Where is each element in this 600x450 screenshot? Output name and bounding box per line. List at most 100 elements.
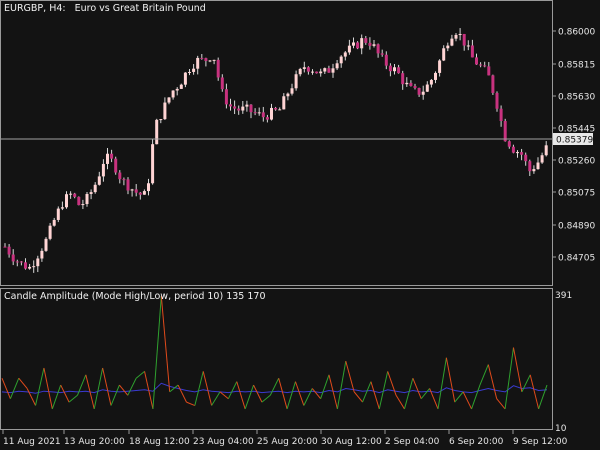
candle-body: [409, 82, 413, 87]
price-tick-label: 0.85075: [558, 189, 595, 199]
candle-body: [60, 207, 64, 209]
candle-body: [142, 191, 146, 195]
candle-body: [311, 71, 314, 73]
candle-body: [171, 90, 175, 98]
price-tick-label: 0.85260: [558, 157, 595, 167]
candle-body: [454, 34, 458, 39]
price-tick-label: 0.84890: [558, 222, 595, 232]
candle-body: [483, 65, 487, 67]
candle-body: [93, 184, 97, 193]
candle-body: [503, 120, 507, 142]
candle-body: [204, 58, 208, 62]
candle-body: [516, 152, 519, 154]
candle-body: [507, 141, 511, 147]
candle-body: [265, 117, 269, 120]
candle-body: [294, 74, 298, 89]
candle-body: [249, 104, 253, 113]
candle-body: [470, 45, 474, 58]
candle-body: [347, 45, 351, 53]
candle-body: [532, 169, 536, 172]
candle-body: [331, 68, 335, 73]
candle-body: [192, 68, 196, 72]
candle-body: [36, 258, 40, 267]
candle-body: [491, 75, 495, 93]
candle-body: [147, 183, 150, 192]
candle-body: [368, 42, 372, 46]
indicator-title: Candle Amplitude (Mode High/Low, period …: [4, 291, 266, 302]
candle-body: [175, 88, 179, 91]
candle-body: [212, 59, 216, 61]
candle-body: [372, 44, 376, 46]
candle-body: [306, 67, 310, 72]
candle-body: [364, 38, 368, 43]
candle-body: [380, 53, 384, 55]
time-tick-label: 9 Sep 12:00: [513, 437, 568, 447]
candle-body: [257, 112, 261, 114]
candle-body: [163, 102, 167, 120]
candle-body: [302, 67, 306, 69]
candle-body: [65, 194, 68, 208]
time-tick-label: 30 Aug 12:00: [321, 437, 382, 447]
candle-body: [487, 66, 491, 76]
candle-body: [89, 192, 93, 194]
candle-body: [229, 104, 232, 107]
price-tick-label: 0.84705: [558, 254, 595, 264]
candle-body: [323, 68, 327, 72]
candle-body: [356, 42, 360, 49]
candle-body: [155, 119, 159, 145]
candle-body: [421, 91, 425, 95]
candle-body: [429, 79, 433, 85]
candle-body: [245, 104, 249, 107]
candle-body: [253, 112, 257, 114]
terminal-background: [0, 0, 600, 450]
candle-body: [520, 152, 524, 155]
candle-body: [384, 54, 388, 66]
candle-body: [495, 92, 499, 109]
candle-body: [270, 107, 273, 120]
time-tick-label: 13 Aug 20:00: [64, 437, 125, 447]
candle-body: [85, 193, 89, 205]
candle-body: [397, 67, 401, 74]
price-tick-label: 0.85815: [558, 61, 595, 71]
candle-body: [167, 97, 171, 103]
candle-body: [327, 68, 331, 73]
candle-body: [188, 71, 191, 73]
candle-body: [126, 179, 130, 191]
candle-body: [466, 45, 470, 47]
candle-body: [352, 42, 355, 46]
current-price-value: 0.85379: [556, 136, 593, 146]
chart-terminal[interactable]: 0.860000.858150.856300.854450.852600.850…: [0, 0, 600, 450]
candle-body: [388, 65, 392, 72]
candle-body: [233, 106, 237, 109]
candle-body: [376, 44, 380, 54]
candle-body: [3, 246, 7, 248]
candle-body: [24, 262, 27, 269]
candle-body: [114, 158, 118, 173]
candle-body: [81, 204, 85, 206]
candle-body: [511, 146, 515, 153]
candle-body: [15, 261, 19, 263]
candle-body: [118, 172, 122, 180]
time-tick-label: 11 Aug 2021: [3, 437, 61, 447]
candle-body: [224, 89, 228, 105]
time-tick-label: 25 Aug 20:00: [257, 437, 318, 447]
candle-body: [425, 84, 429, 92]
candle-body: [40, 250, 44, 259]
candle-body: [462, 33, 466, 46]
candle-body: [458, 33, 462, 35]
candle-body: [319, 71, 323, 74]
candle-body: [274, 107, 278, 110]
candle-body: [134, 189, 138, 193]
candle-body: [159, 119, 163, 121]
time-tick-label: 2 Sep 04:00: [385, 437, 440, 447]
candle-body: [536, 162, 540, 170]
candle-body: [208, 60, 212, 62]
candle-body: [101, 163, 105, 177]
candle-body: [110, 153, 114, 159]
candle-body: [69, 193, 73, 195]
candle-body: [438, 60, 442, 73]
candle-body: [290, 88, 294, 94]
candle-body: [417, 87, 421, 95]
candle-body: [151, 144, 155, 184]
candle-body: [196, 57, 200, 69]
